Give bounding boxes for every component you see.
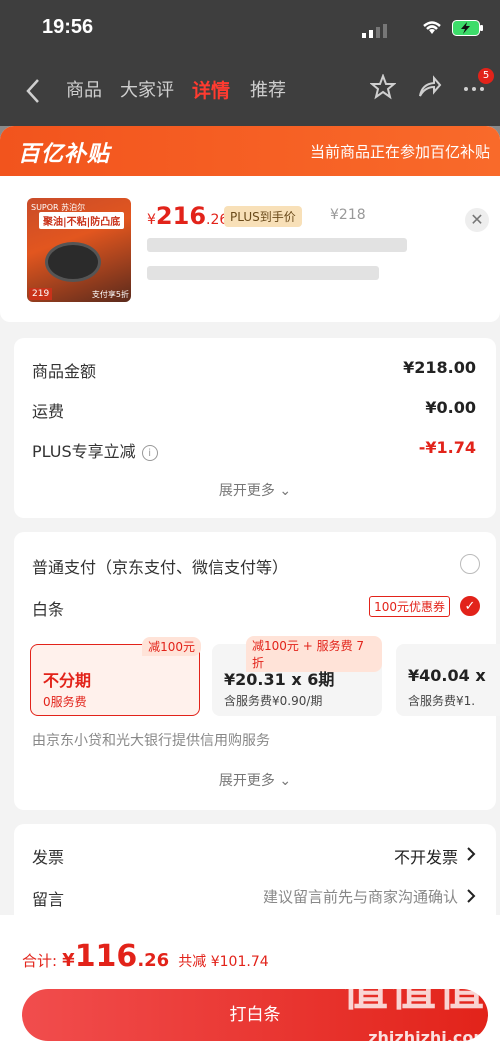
price-summary-card: 商品金额 ¥218.00 运费 ¥0.00 PLUS专享立减 i -¥1.74 展… (14, 338, 496, 518)
product-thumbnail[interactable]: SUPOR 苏泊尔 聚油|不粘|防凸底 219 支付享5折 (27, 198, 131, 302)
normal-pay-label: 普通支付（京东支付、微信支付等） (32, 558, 289, 577)
blurred-title-line (147, 266, 379, 280)
signal-icon (362, 24, 387, 38)
expand-more-link[interactable]: 展开更多 ⌄ (14, 770, 496, 790)
baitiao-checked-icon[interactable]: ✓ (460, 596, 480, 616)
installment-plan-none[interactable]: 减100元 不分期 0服务费 (30, 637, 201, 716)
message-badge: 5 (478, 68, 494, 84)
message-label: 留言 (32, 890, 65, 909)
subsidy-note: 当前商品正在参加百亿补贴 (309, 143, 490, 161)
plan-title: ¥40.04 x (408, 666, 486, 685)
amount-label: 商品金额 (32, 362, 97, 381)
summary-row-plus-discount: PLUS专享立减 i -¥1.74 (32, 438, 476, 462)
total-integer: 116 (74, 939, 138, 974)
coupon-badge[interactable]: 100元优惠券 (369, 596, 450, 617)
tab-reviews[interactable]: 大家评 (120, 76, 174, 102)
price-integer: 216 (155, 202, 207, 230)
plus-discount-value: -¥1.74 (418, 438, 476, 457)
watermark-logo: 值值值 (342, 962, 486, 1016)
product-card: SUPOR 苏泊尔 聚油|不粘|防凸底 219 支付享5折 ¥216.26 PL… (0, 176, 500, 322)
tab-product[interactable]: 商品 (66, 76, 102, 102)
star-favorite-icon[interactable] (370, 74, 396, 100)
normal-pay-option[interactable]: 普通支付（京东支付、微信支付等） (32, 554, 476, 578)
total-label: 合计: (22, 952, 58, 970)
invoice-label: 发票 (32, 848, 65, 867)
invoice-value: 不开发票 (393, 848, 458, 867)
info-icon[interactable]: i (141, 444, 158, 461)
chevron-right-icon (467, 847, 476, 861)
tab-recommend[interactable]: 推荐 (250, 76, 286, 102)
subsidy-header: 百亿补贴 当前商品正在参加百亿补贴 (0, 126, 500, 176)
provider-text: 由京东小贷和光大银行提供信用购服务 (32, 733, 270, 749)
payment-method-card: 普通支付（京东支付、微信支付等） 白条 100元优惠券 ✓ 减100元 不分期 … (14, 532, 500, 810)
thumb-slogan: 聚油|不粘|防凸底 (39, 212, 125, 229)
status-time: 19:56 (42, 16, 94, 38)
shipping-value: ¥0.00 (425, 398, 476, 417)
total-decimal: .26 (137, 950, 170, 971)
credit-provider-note: 由京东小贷和光大银行提供信用购服务 (32, 730, 476, 750)
normal-pay-radio[interactable] (460, 554, 480, 574)
wifi-icon (423, 21, 441, 34)
close-icon[interactable]: ✕ (465, 208, 489, 232)
plan-subtitle: 0服务费 (43, 695, 87, 709)
plan-tag: 减100元 (142, 637, 201, 656)
share-icon[interactable] (416, 74, 442, 100)
status-bar: 19:56 (0, 0, 500, 60)
price-currency: ¥ (147, 212, 156, 228)
more-menu-button[interactable]: 5 (462, 68, 498, 106)
installment-plan-6[interactable]: 减100元 + 服务费 7 折 ¥20.31 x 6期 含服务费¥0.90/期 (212, 636, 382, 716)
subsidy-brand: 百亿补贴 (18, 142, 111, 167)
blurred-title-line (147, 238, 407, 252)
checkout-bottom-bar: 合计: ¥116.26 共减 ¥101.74 打白条 值值值 zhizhizhi… (0, 915, 500, 1055)
baitiao-label: 白条 (32, 600, 65, 619)
back-arrow-icon[interactable] (22, 76, 44, 106)
thumb-price: 219 (29, 288, 53, 300)
product-nav-bar: 商品 大家评 详情 推荐 5 (0, 60, 500, 126)
amount-value: ¥218.00 (403, 358, 476, 377)
product-price: ¥216.26 (147, 202, 228, 230)
summary-row-amount: 商品金额 ¥218.00 (32, 358, 476, 382)
tab-details[interactable]: 详情 (192, 76, 230, 103)
chevron-right-icon (467, 889, 476, 903)
plan-subtitle: 含服务费¥0.90/期 (224, 694, 323, 708)
expand-more-link[interactable]: 展开更多 ⌄ (14, 480, 496, 500)
invoice-row[interactable]: 发票 不开发票 (32, 844, 476, 868)
watermark-url: zhizhizhi.com (368, 1028, 490, 1047)
pan-image (45, 242, 101, 282)
order-total: 合计: ¥116.26 共减 ¥101.74 (22, 939, 269, 974)
message-placeholder: 建议留言前先与商家沟通确认 (262, 888, 458, 906)
plan-subtitle: 含服务费¥1. (408, 694, 476, 708)
battery-charging-icon (452, 20, 483, 36)
installment-plan-3[interactable]: ¥40.04 x 含服务费¥1. (396, 644, 500, 716)
plus-discount-label: PLUS专享立减 (32, 442, 136, 461)
total-saved: 共减 ¥101.74 (178, 954, 269, 970)
shipping-label: 运费 (32, 402, 65, 421)
summary-row-shipping: 运费 ¥0.00 (32, 398, 476, 422)
thumb-promo: 支付享5折 (91, 290, 129, 299)
message-row[interactable]: 留言 建议留言前先与商家沟通确认 (32, 886, 476, 910)
original-price: ¥218 (330, 207, 366, 223)
plus-price-tag: PLUS到手价 (224, 206, 302, 227)
plan-title: 不分期 (43, 671, 92, 690)
total-currency: ¥ (62, 950, 75, 971)
plan-title: ¥20.31 x 6期 (224, 670, 335, 689)
